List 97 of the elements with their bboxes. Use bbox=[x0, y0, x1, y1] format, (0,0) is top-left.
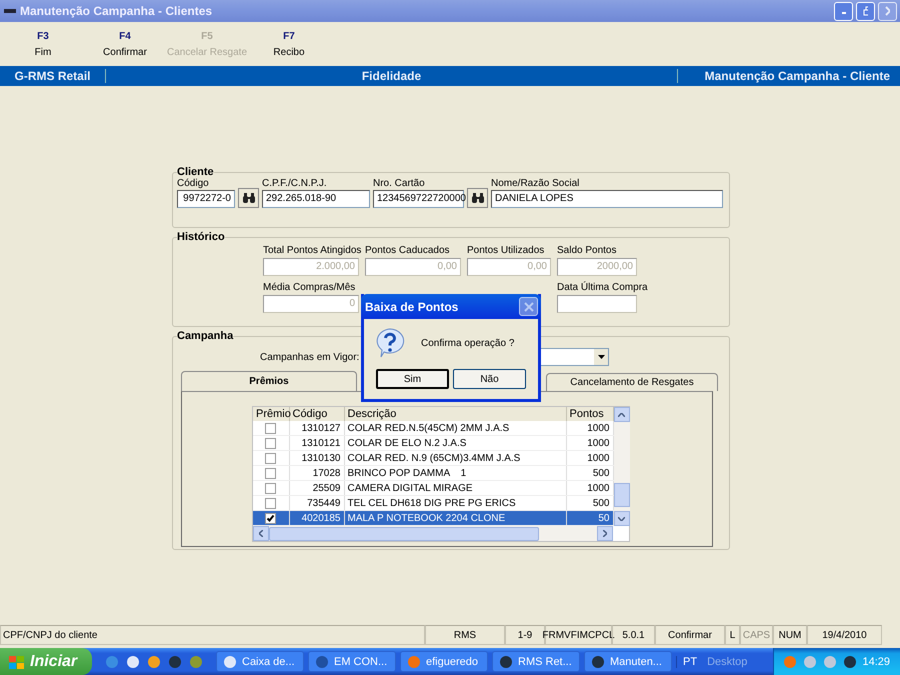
checkbox[interactable] bbox=[265, 482, 276, 494]
group-title: Campanha bbox=[177, 330, 234, 342]
checkbox[interactable] bbox=[265, 422, 276, 434]
field-label: Pontos Utilizados bbox=[467, 245, 544, 256]
table-cell: 1310121 bbox=[289, 436, 344, 450]
table-cell: 1000 bbox=[566, 450, 613, 466]
field-label: Pontos Caducados bbox=[365, 245, 450, 256]
dialog-message: Confirma operação ? bbox=[421, 338, 514, 348]
status-field: FRMVFIMCPCL bbox=[545, 625, 612, 645]
taskbar-button[interactable]: efigueredo bbox=[400, 651, 488, 672]
vertical-scrollbar[interactable] bbox=[614, 407, 630, 526]
table-row[interactable]: 4020185 MALA P NOTEBOOK 2204 CLONE 50 bbox=[253, 510, 613, 526]
table-cell: 25509 bbox=[289, 480, 344, 496]
table-cell: COLAR RED.N.5(45CM) 2MM J.A.S bbox=[344, 421, 566, 436]
group-title: Histórico bbox=[177, 231, 225, 243]
field-label: Campanhas em Vigor: bbox=[260, 352, 360, 362]
minimize-button[interactable] bbox=[834, 2, 853, 20]
table-cell: BRINCO POP DAMMA 1 bbox=[344, 466, 566, 480]
group-title: Cliente bbox=[177, 166, 214, 178]
table-row[interactable]: 25509 CAMERA DIGITAL MIRAGE 1000 bbox=[253, 480, 613, 496]
toolbar-button[interactable]: F4 Confirmar bbox=[84, 22, 166, 66]
module-title: Fidelidade bbox=[360, 69, 422, 83]
table-row[interactable]: 1310121 COLAR DE ELO N.2 J.A.S 1000 bbox=[253, 436, 613, 450]
table-cell: 4020185 bbox=[289, 510, 344, 526]
input-field[interactable]: 9972272-0 bbox=[177, 190, 235, 208]
clock: 14:29 bbox=[862, 656, 890, 668]
table-row[interactable]: 17028 BRINCO POP DAMMA 1 500 bbox=[253, 466, 613, 480]
table-cell: CAMERA DIGITAL MIRAGE bbox=[344, 480, 566, 496]
column-header[interactable]: Código bbox=[289, 407, 344, 421]
table-cell: 500 bbox=[566, 466, 613, 480]
column-header[interactable]: Prêmio bbox=[253, 407, 289, 421]
table-cell: COLAR RED. N.9 (65CM)3.4MM J.A.S bbox=[344, 450, 566, 466]
taskbar-button[interactable]: EM CON... bbox=[308, 651, 396, 672]
table-cell: 1310130 bbox=[289, 450, 344, 466]
windows-logo bbox=[8, 654, 26, 670]
lookup-button[interactable] bbox=[467, 188, 488, 208]
field-label: Saldo Pontos bbox=[557, 245, 616, 256]
field-label: C.P.F./C.N.P.J. bbox=[262, 178, 328, 189]
status-field: CAPS bbox=[740, 625, 773, 645]
field-label: Média Compras/Mês bbox=[263, 282, 356, 293]
column-header[interactable]: Descrição bbox=[344, 407, 566, 421]
taskbar-button[interactable]: RMS Ret... bbox=[492, 651, 580, 672]
taskbar-button[interactable]: Manuten... bbox=[584, 651, 672, 672]
tab[interactable]: Cancelamento de Resgates bbox=[546, 373, 718, 391]
checkbox[interactable] bbox=[265, 498, 276, 508]
table-cell: 17028 bbox=[289, 466, 344, 480]
scroll-thumb[interactable] bbox=[269, 526, 539, 540]
tab[interactable]: Prêmios bbox=[181, 371, 357, 391]
status-field: Confirmar bbox=[655, 625, 725, 645]
taskbar-button[interactable]: Caixa de... bbox=[216, 651, 304, 672]
language-indicator[interactable]: PT bbox=[676, 656, 704, 668]
close-button[interactable] bbox=[519, 297, 538, 316]
table-cell: 1310127 bbox=[289, 421, 344, 436]
checkbox[interactable] bbox=[265, 438, 276, 448]
status-field: L bbox=[725, 625, 740, 645]
checkbox[interactable] bbox=[265, 452, 276, 464]
status-field: 5.0.1 bbox=[612, 625, 655, 645]
column-header[interactable]: Pontos bbox=[566, 407, 613, 421]
table-row[interactable]: 1310130 COLAR RED. N.9 (65CM)3.4MM J.A.S 1000 bbox=[253, 450, 613, 466]
input-field[interactable]: 292.265.018-90 bbox=[262, 190, 370, 208]
horizontal-scrollbar[interactable] bbox=[253, 526, 613, 541]
checkbox[interactable] bbox=[265, 512, 276, 524]
question-icon bbox=[374, 327, 406, 359]
field-label: Data Última Compra bbox=[557, 282, 648, 293]
table-row[interactable]: 1310127 COLAR RED.N.5(45CM) 2MM J.A.S 1000 bbox=[253, 421, 613, 436]
table-cell: 1000 bbox=[566, 480, 613, 496]
checkbox[interactable] bbox=[265, 468, 276, 478]
input-field[interactable]: DANIELA LOPES bbox=[491, 190, 723, 208]
dialog-button[interactable]: Sim bbox=[376, 369, 449, 389]
window-title: Manutenção Campanha - Clientes bbox=[20, 4, 214, 18]
table-cell: 1000 bbox=[566, 421, 613, 436]
table-cell: MALA P NOTEBOOK 2204 CLONE bbox=[344, 510, 566, 526]
status-field: RMS bbox=[425, 625, 505, 645]
lookup-button[interactable] bbox=[238, 188, 259, 208]
field-label: Código bbox=[177, 178, 210, 189]
restore-button[interactable] bbox=[856, 2, 875, 20]
close-button[interactable] bbox=[878, 2, 897, 20]
input-field[interactable]: 1234569722720000 bbox=[373, 190, 464, 208]
dropdown-arrow-icon bbox=[598, 355, 605, 359]
table-cell: 50 bbox=[566, 510, 613, 526]
toolbar-button[interactable]: F7 Recibo bbox=[248, 22, 330, 66]
status-field: NUM bbox=[773, 625, 807, 645]
field-label: Nome/Razão Social bbox=[491, 178, 580, 189]
status-field: 19/4/2010 bbox=[807, 625, 882, 645]
field-label: Nro. Cartão bbox=[373, 178, 426, 189]
toolbar-button[interactable]: F3 Fim bbox=[2, 22, 84, 66]
table-cell: 1000 bbox=[566, 436, 613, 450]
scroll-thumb[interactable] bbox=[614, 483, 630, 507]
screen-title: Manutenção Campanha - Cliente bbox=[677, 69, 900, 83]
table-cell: COLAR DE ELO N.2 J.A.S bbox=[344, 436, 566, 450]
dialog-button[interactable]: Não bbox=[453, 369, 526, 389]
app-name: G-RMS Retail bbox=[0, 69, 106, 83]
binoculars-icon bbox=[470, 192, 484, 204]
binoculars-icon bbox=[242, 192, 256, 204]
status-field: CPF/CNPJ do cliente bbox=[0, 625, 425, 645]
dialog-title: Baixa de Pontos bbox=[365, 300, 458, 314]
field-label: Total Pontos Atingidos bbox=[263, 245, 362, 256]
